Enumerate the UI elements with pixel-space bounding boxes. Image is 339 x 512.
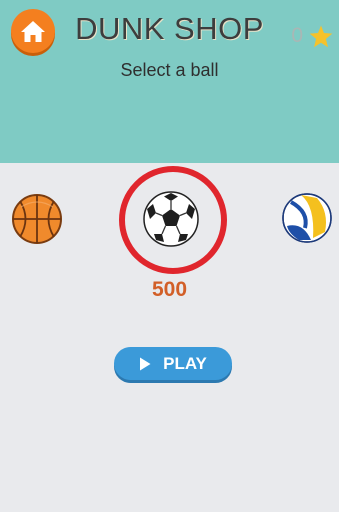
- star-count: 0: [291, 24, 303, 47]
- basketball-icon[interactable]: [11, 193, 63, 245]
- page-subtitle: Select a ball: [120, 60, 219, 80]
- play-button[interactable]: PLAY: [114, 347, 232, 380]
- volleyball-icon[interactable]: [281, 192, 333, 244]
- header-panel: DUNK SHOP Select a ball 0: [0, 0, 339, 163]
- page-title: DUNK SHOP: [75, 11, 264, 46]
- ball-price: 500: [151, 278, 188, 301]
- star-icon: [309, 25, 333, 47]
- play-icon: [140, 357, 151, 370]
- star-counter: 0: [291, 24, 333, 48]
- soccer-ball-icon[interactable]: [142, 190, 200, 248]
- play-label: PLAY: [163, 353, 207, 373]
